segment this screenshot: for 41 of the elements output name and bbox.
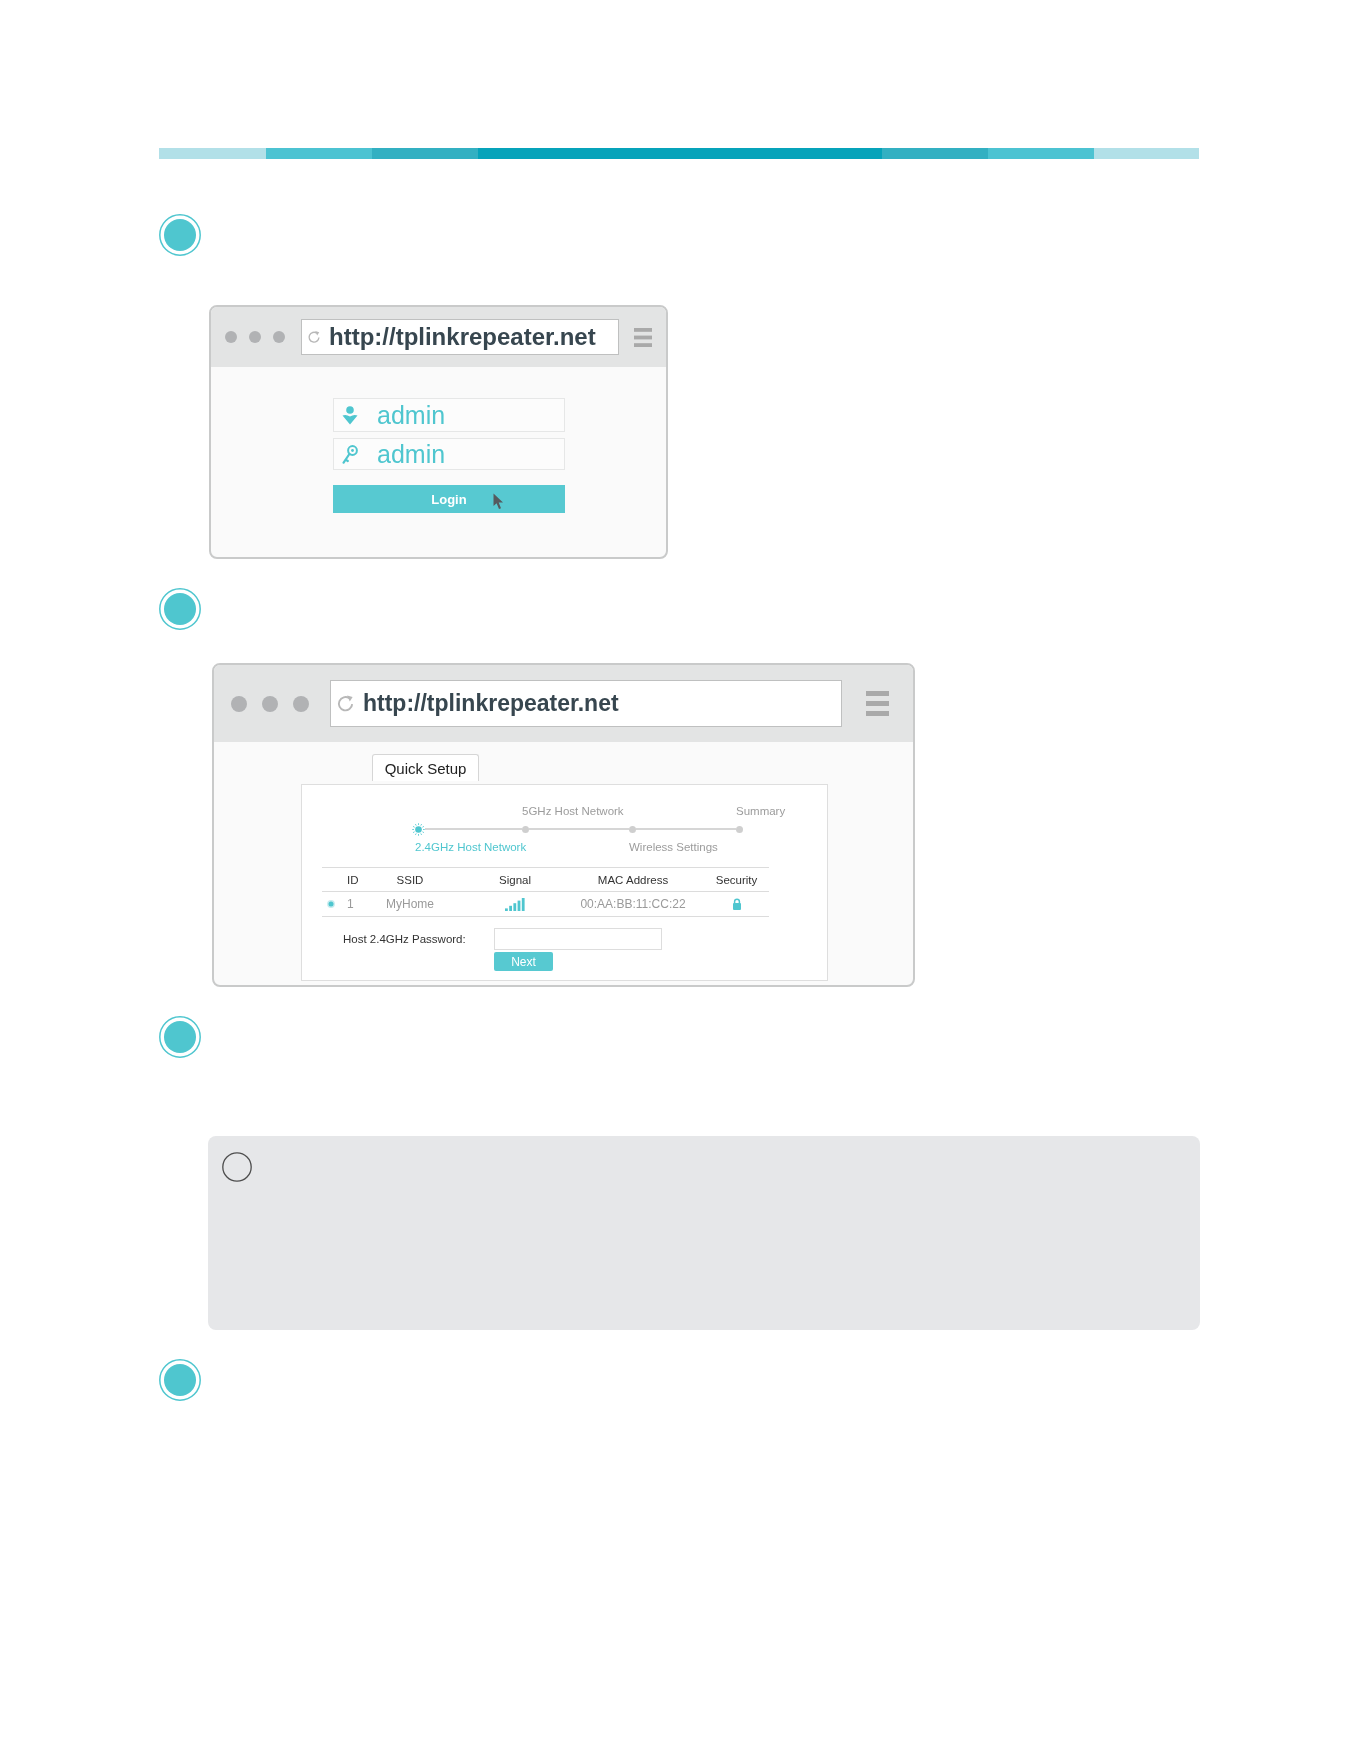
address-bar[interactable]: http://tplinkrepeater.net bbox=[301, 319, 619, 355]
window-dot-icon[interactable] bbox=[293, 695, 309, 712]
quick-setup-tab[interactable]: Quick Setup bbox=[372, 754, 479, 781]
reload-icon[interactable] bbox=[336, 694, 355, 713]
selection-dot-icon[interactable] bbox=[327, 900, 335, 908]
wizard-step-label: 5GHz Host Network bbox=[522, 804, 624, 818]
window-dot-icon[interactable] bbox=[273, 331, 285, 343]
column-header: Security bbox=[714, 873, 758, 886]
next-button[interactable]: Next bbox=[494, 952, 553, 971]
user-icon bbox=[342, 405, 358, 425]
window-dot-icon[interactable] bbox=[262, 695, 278, 712]
cursor-icon bbox=[493, 493, 505, 510]
column-header: SSID bbox=[396, 873, 424, 886]
step-circle-icon bbox=[159, 588, 201, 630]
login-button[interactable]: Login bbox=[333, 485, 565, 513]
table-cell: 00:AA:BB:11:CC:22 bbox=[580, 897, 686, 911]
wizard-step-label: Wireless Settings bbox=[629, 840, 718, 854]
key-icon bbox=[342, 444, 358, 464]
window-dot-icon[interactable] bbox=[249, 331, 261, 343]
step-circle-icon bbox=[159, 214, 201, 256]
column-header: Signal bbox=[499, 873, 531, 886]
step-circle-icon bbox=[159, 1016, 201, 1058]
step-circle-icon bbox=[159, 1359, 201, 1401]
column-header: ID bbox=[346, 873, 359, 886]
wizard-step-label: Summary bbox=[736, 804, 786, 818]
password-field[interactable]: admin bbox=[333, 438, 565, 470]
signal-icon bbox=[505, 897, 525, 911]
column-header: MAC Address bbox=[597, 873, 669, 886]
menu-icon[interactable] bbox=[866, 691, 889, 716]
table-cell-text: 1 bbox=[346, 897, 354, 911]
window-dot-icon[interactable] bbox=[225, 331, 237, 343]
circle-icon bbox=[222, 1152, 252, 1182]
table-cell: MyHome bbox=[386, 897, 434, 911]
password-field[interactable] bbox=[494, 928, 662, 950]
menu-icon[interactable] bbox=[634, 327, 652, 347]
password-label: Host 2.4GHz Password: bbox=[343, 933, 467, 945]
username-field[interactable]: admin bbox=[333, 398, 565, 432]
window-dot-icon[interactable] bbox=[231, 695, 247, 712]
reload-icon[interactable] bbox=[307, 330, 321, 344]
address-bar[interactable]: http://tplinkrepeater.net bbox=[330, 680, 842, 727]
wizard-step-label: 2.4GHz Host Network bbox=[415, 840, 527, 854]
